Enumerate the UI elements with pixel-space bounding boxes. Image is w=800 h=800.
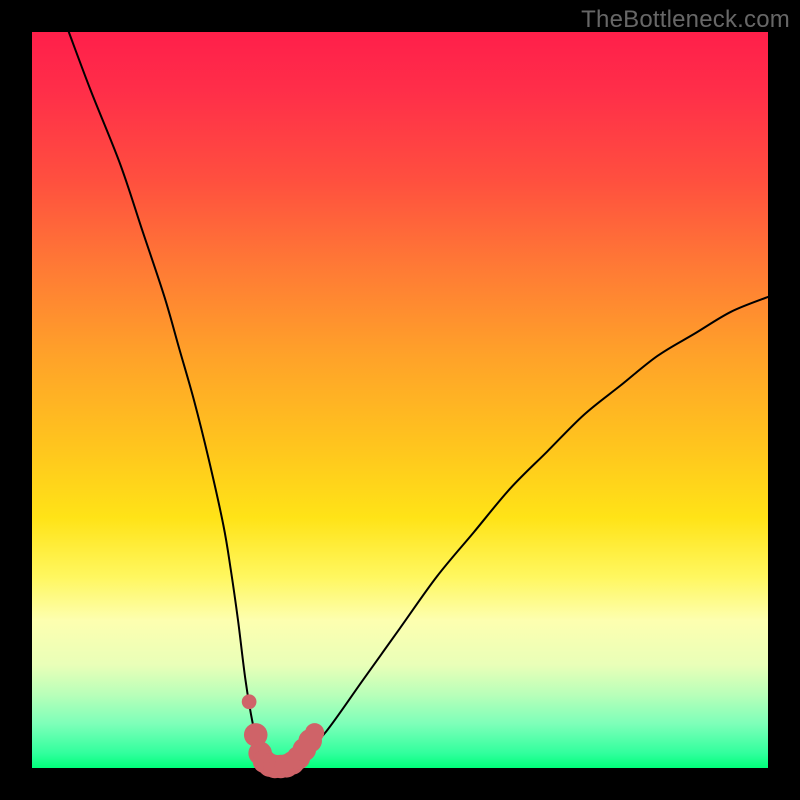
bottleneck-curve [69, 32, 768, 768]
minimum-marker [305, 723, 324, 742]
bottleneck-curve-svg [32, 32, 768, 768]
watermark-text: TheBottleneck.com [581, 6, 790, 34]
minimum-marker [242, 694, 257, 709]
chart-frame: TheBottleneck.com [0, 0, 800, 800]
minimum-band-markers [242, 694, 324, 778]
plot-area [32, 32, 768, 768]
